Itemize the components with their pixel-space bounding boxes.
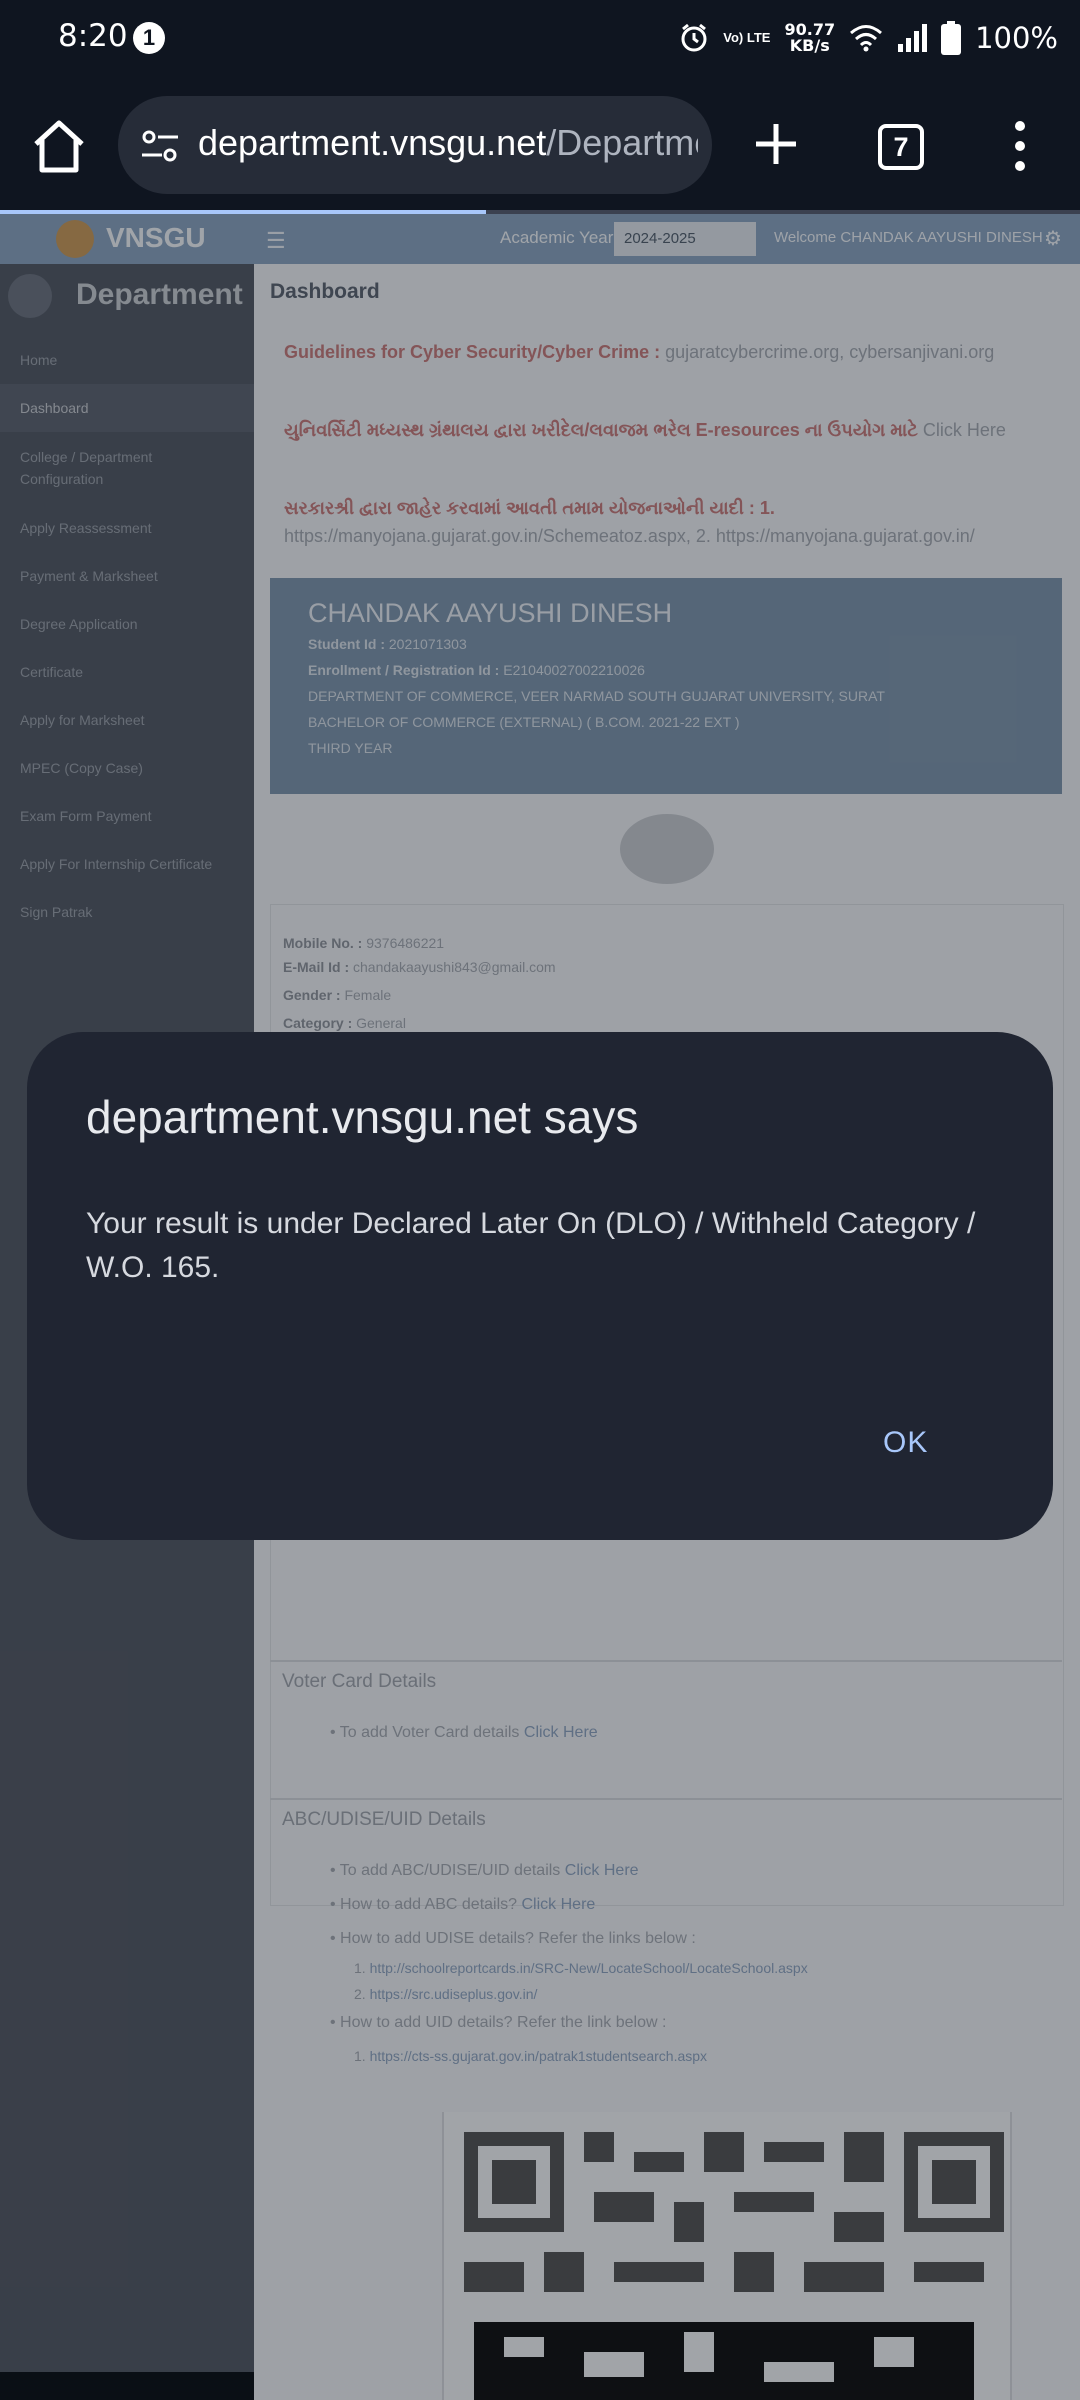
- ok-button[interactable]: OK: [873, 1418, 938, 1468]
- address-bar[interactable]: department.vnsgu.net/Departme: [118, 96, 712, 194]
- home-icon[interactable]: [30, 118, 88, 176]
- alert-dialog: department.vnsgu.net says Your result is…: [27, 1032, 1053, 1540]
- url-text[interactable]: department.vnsgu.net/Departme: [198, 122, 698, 164]
- tab-switcher-button[interactable]: 7: [878, 124, 924, 170]
- browser-toolbar: department.vnsgu.net/Departme 7: [0, 78, 1080, 212]
- dialog-message: Your result is under Declared Later On (…: [86, 1207, 976, 1284]
- url-host: department.vnsgu.net: [198, 122, 547, 163]
- net-speed: 90.77 KB/s: [784, 22, 835, 54]
- signal-icon: [898, 24, 928, 52]
- new-tab-icon[interactable]: [752, 120, 800, 168]
- status-time: 8:20: [58, 18, 128, 54]
- notification-badge: 1: [133, 22, 165, 54]
- battery-percent: 100%: [975, 21, 1058, 55]
- wifi-icon: [850, 25, 883, 52]
- url-path: /Departme: [546, 122, 698, 163]
- dialog-title: department.vnsgu.net says: [86, 1091, 639, 1143]
- more-options-icon[interactable]: [1008, 118, 1032, 174]
- alarm-icon: [681, 23, 707, 52]
- volte-icon: Vo) LTE: [723, 30, 771, 45]
- battery-icon: [941, 21, 962, 55]
- status-icons: Vo) LTE 90.77 KB/s 100%: [679, 16, 1058, 60]
- net-speed-unit: KB/s: [789, 36, 830, 55]
- status-bar: 8:20 1 Vo) LTE 90.77 KB/s 100%: [0, 0, 1080, 78]
- site-settings-icon[interactable]: [140, 126, 180, 166]
